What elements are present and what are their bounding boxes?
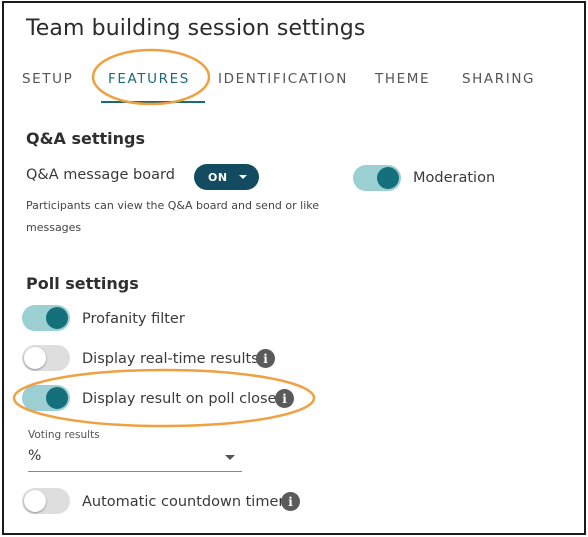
- tab-sharing[interactable]: SHARING: [462, 71, 535, 87]
- voting-results-select[interactable]: %: [28, 445, 242, 472]
- chevron-down-icon: [225, 455, 235, 460]
- moderation-toggle[interactable]: [353, 165, 401, 191]
- countdown-timer-label: Automatic countdown timer: [82, 494, 285, 510]
- qa-message-board-value: ON: [208, 170, 228, 184]
- info-icon[interactable]: i: [256, 349, 275, 368]
- profanity-filter-label: Profanity filter: [82, 311, 185, 327]
- voting-results-value: %: [28, 448, 42, 464]
- qa-message-board-helper: Participants can view the Q&A board and …: [26, 199, 320, 234]
- qa-settings-heading: Q&A settings: [26, 129, 146, 148]
- realtime-results-toggle[interactable]: [22, 345, 70, 371]
- tab-bar: SETUP FEATURES IDENTIFICATION THEME SHAR…: [4, 69, 584, 109]
- voting-results-label: Voting results: [28, 429, 100, 441]
- tab-identification[interactable]: IDENTIFICATION: [218, 71, 348, 87]
- qa-message-board-dropdown[interactable]: ON: [194, 164, 259, 190]
- active-tab-indicator: [101, 101, 205, 103]
- tab-theme[interactable]: THEME: [375, 71, 430, 87]
- tab-setup[interactable]: SETUP: [22, 71, 73, 87]
- result-on-close-label: Display result on poll close: [82, 391, 277, 407]
- info-icon[interactable]: i: [275, 389, 294, 408]
- settings-panel: Team building session settings SETUP FEA…: [2, 1, 586, 535]
- profanity-filter-toggle[interactable]: [22, 305, 70, 331]
- moderation-label: Moderation: [413, 170, 496, 186]
- qa-message-board-label: Q&A message board: [26, 167, 175, 183]
- page-title: Team building session settings: [26, 16, 366, 41]
- info-icon[interactable]: i: [281, 492, 300, 511]
- poll-settings-heading: Poll settings: [26, 274, 139, 293]
- result-on-close-toggle[interactable]: [22, 385, 70, 411]
- tab-features[interactable]: FEATURES: [108, 71, 190, 87]
- realtime-results-label: Display real-time results: [82, 351, 259, 367]
- countdown-timer-toggle[interactable]: [22, 488, 70, 514]
- chevron-down-icon: [239, 175, 247, 179]
